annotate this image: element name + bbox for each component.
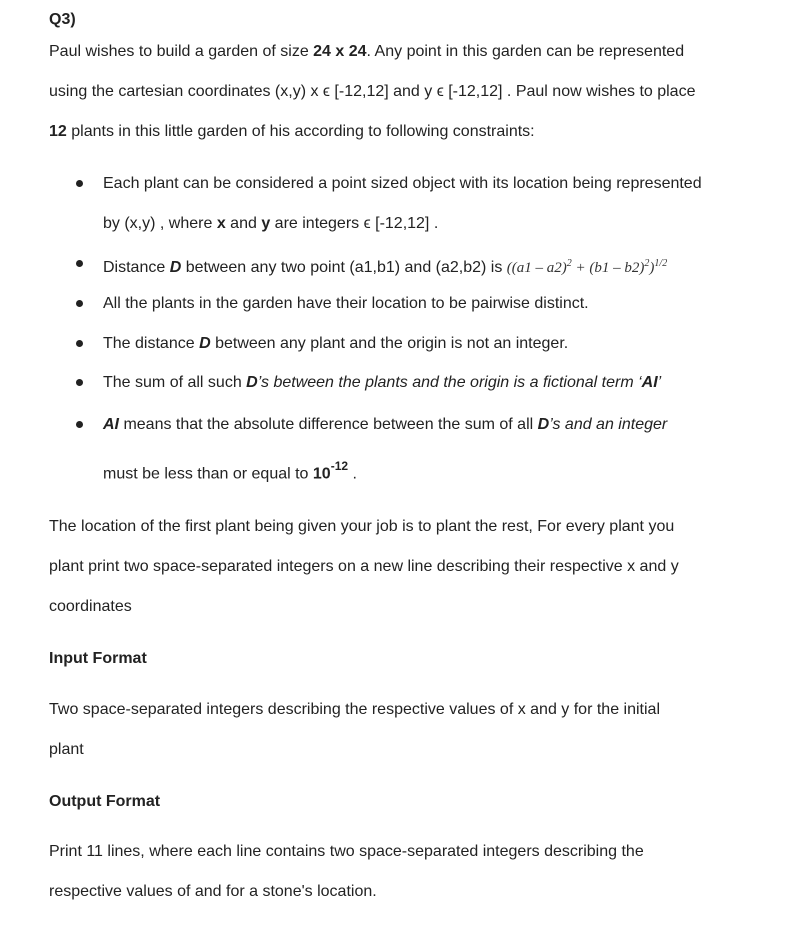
formula-part: ((a1 – a2) (506, 260, 567, 276)
text: Paul wishes to build a garden of size (49, 43, 314, 60)
input-format-heading: Input Format (49, 650, 147, 667)
var-x: x (216, 215, 226, 232)
text: between any two point (a1,b1) and (a2,b2… (181, 259, 507, 276)
text: plants in this little garden of his acco… (66, 123, 535, 140)
text: are integers ϵ [-12,12] . (270, 215, 439, 232)
bullet-2: Distance D between any two point (a1,b1)… (103, 254, 667, 278)
bullet-6-line-1: AI means that the absolute difference be… (103, 415, 667, 435)
term-D: D (169, 259, 182, 276)
body-line-1: The location of the first plant being gi… (49, 518, 675, 535)
bullet-1-line-2: by (x,y) , where x and y are integers ϵ … (103, 214, 438, 234)
garden-size: 24 x 24 (313, 43, 367, 60)
body-line-2: plant print two space-separated integers… (49, 558, 679, 575)
text: The sum of all such (103, 374, 247, 391)
term-D: D (537, 416, 550, 433)
text: . Any point in this garden can be repres… (366, 43, 685, 60)
output-format-line-2: respective values of and for a stone's l… (49, 883, 377, 900)
bullet-icon (76, 421, 83, 428)
var-y: y (261, 215, 271, 232)
text: and (225, 215, 262, 232)
text: means that the absolute difference betwe… (119, 416, 538, 433)
input-format-line-2: plant (49, 741, 84, 758)
term-D: D (246, 374, 258, 391)
text: by (x,y) , where (103, 215, 217, 232)
term-AI: AI (103, 416, 119, 433)
intro-line-3: 12 plants in this little garden of his a… (49, 122, 535, 142)
bullet-5: The sum of all such D’s between the plan… (103, 373, 661, 393)
power-exponent: -12 (330, 459, 349, 473)
power-base: 10 (312, 465, 331, 483)
bullet-icon (76, 379, 83, 386)
output-format-line-1: Print 11 lines, where each line contains… (49, 843, 644, 860)
bullet-icon (76, 180, 83, 187)
output-format-heading: Output Format (49, 793, 161, 810)
bullet-icon (76, 300, 83, 307)
bullet-6-line-2: must be less than or equal to 10-12 . (103, 458, 357, 484)
formula-part: + (b1 – b2) (571, 260, 645, 276)
bullet-icon (76, 260, 83, 267)
formula-exponent: 1/2 (654, 258, 668, 269)
bullet-3: All the plants in the garden have their … (103, 295, 589, 312)
distance-formula: ((a1 – a2)2 + (b1 – b2)2)1/2 (506, 258, 668, 276)
text: Distance (103, 259, 170, 276)
text: . (348, 465, 357, 483)
input-format-line-1: Two space-separated integers describing … (49, 701, 660, 718)
bullet-icon (76, 340, 83, 347)
text: must be less than or equal to (103, 465, 313, 483)
bullet-4: The distance D between any plant and the… (103, 334, 568, 354)
bullet-1-line-1: Each plant can be considered a point siz… (103, 175, 702, 192)
intro-line-2: using the cartesian coordinates (x,y) x … (49, 83, 696, 100)
question-label: Q3) (49, 11, 76, 28)
intro-line-1: Paul wishes to build a garden of size 24… (49, 42, 684, 62)
problem-page: Q3) Paul wishes to build a garden of siz… (0, 0, 796, 928)
term-D: D (199, 335, 211, 352)
text: between any plant and the origin is not … (210, 335, 569, 352)
text: ’s and an integer (549, 416, 668, 433)
plant-count: 12 (49, 123, 67, 140)
text: ’ (657, 374, 662, 391)
text: The distance (103, 335, 200, 352)
term-AI: AI (641, 374, 658, 391)
body-line-3: coordinates (49, 598, 132, 615)
text: ’s between the plants and the origin is … (257, 374, 642, 391)
